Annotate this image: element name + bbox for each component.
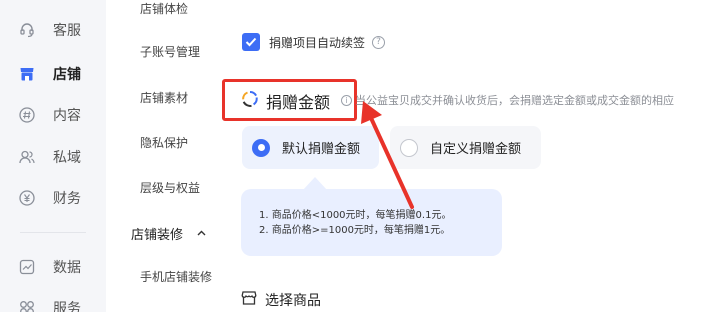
subnav-group-shop-decoration[interactable]: 店铺装修 bbox=[131, 224, 206, 243]
subnav-item-shop-checkup[interactable]: 店铺体检 bbox=[140, 0, 188, 17]
auto-sign-row: 捐赠项目自动续签 ? bbox=[242, 33, 386, 51]
option-custom-amount[interactable]: 自定义捐赠金额 bbox=[390, 126, 541, 169]
radio-unselected[interactable] bbox=[400, 138, 418, 157]
donation-amount-header: 捐赠金额 bbox=[241, 89, 330, 113]
users-icon bbox=[18, 148, 36, 166]
subnav-item-shop-materials[interactable]: 店铺素材 bbox=[140, 89, 188, 106]
subnav-group-label: 店铺装修 bbox=[131, 228, 184, 243]
hash-icon bbox=[18, 106, 36, 124]
select-goods-title: 选择商品 bbox=[265, 293, 321, 309]
check-icon bbox=[245, 37, 257, 47]
help-icon[interactable]: ? bbox=[372, 35, 386, 49]
tip-line: 1. 商品价格<1000元时，每笔捐赠0.1元。 bbox=[259, 210, 452, 221]
rail-item-label: 服务 bbox=[53, 301, 81, 312]
rail-item-label: 内容 bbox=[53, 108, 81, 124]
donation-note-text: 当公益宝贝成交并确认收货后，会捐赠选定金额或成交金额的相应 bbox=[355, 94, 674, 107]
rail-item-label: 客服 bbox=[53, 23, 81, 39]
auto-sign-label: 捐赠项目自动续签 bbox=[269, 35, 366, 50]
subnav-item-privacy[interactable]: 隐私保护 bbox=[140, 134, 188, 151]
rail-item-finance[interactable]: 财务 bbox=[18, 185, 81, 211]
headset-icon bbox=[18, 21, 36, 39]
donation-note: i 当公益宝贝成交并确认收货后，会捐赠选定金额或成交金额的相应 bbox=[341, 92, 674, 108]
option-label: 自定义捐赠金额 bbox=[430, 142, 522, 157]
yen-icon bbox=[18, 189, 36, 207]
select-goods-header: 选择商品 bbox=[241, 290, 321, 310]
rail-item-private-domain[interactable]: 私域 bbox=[18, 144, 81, 170]
option-default-amount[interactable]: 默认捐赠金额 bbox=[242, 126, 379, 169]
sub-navigation: 店铺体检 子账号管理 店铺素材 隐私保护 层级与权益 店铺装修 手机店铺装修 bbox=[106, 0, 230, 312]
left-rail: 客服 店铺 内容 私域 财务 数据 服务 bbox=[0, 0, 106, 312]
option-label: 默认捐赠金额 bbox=[282, 142, 361, 157]
rail-item-content[interactable]: 内容 bbox=[18, 102, 81, 128]
rail-divider bbox=[20, 232, 86, 233]
radio-selected[interactable] bbox=[252, 138, 270, 157]
chevron-up-icon bbox=[197, 228, 206, 239]
loading-ring-icon bbox=[241, 90, 259, 112]
chart-icon bbox=[18, 258, 36, 276]
rail-item-label: 数据 bbox=[53, 260, 81, 276]
shop-icon bbox=[18, 65, 36, 83]
rail-item-label: 财务 bbox=[53, 191, 81, 207]
tip-line: 2. 商品价格>=1000元时，每笔捐赠1元。 bbox=[259, 225, 451, 236]
rail-item-label: 私域 bbox=[53, 150, 81, 166]
rail-item-customer-service[interactable]: 客服 bbox=[18, 17, 81, 43]
grid-icon bbox=[18, 299, 36, 312]
donation-rules-tip: 1. 商品价格<1000元时，每笔捐赠0.1元。 2. 商品价格>=1000元时… bbox=[241, 189, 502, 256]
auto-sign-checkbox[interactable] bbox=[242, 33, 260, 51]
info-icon: i bbox=[341, 94, 352, 106]
rail-item-label: 店铺 bbox=[53, 67, 81, 83]
subnav-item-sub-accounts[interactable]: 子账号管理 bbox=[140, 43, 200, 60]
store-icon bbox=[241, 290, 257, 310]
subnav-item-levels-benefits[interactable]: 层级与权益 bbox=[140, 179, 200, 196]
subnav-item-mobile-decoration[interactable]: 手机店铺装修 bbox=[140, 268, 212, 285]
rail-item-shop[interactable]: 店铺 bbox=[18, 61, 81, 87]
donation-amount-title: 捐赠金额 bbox=[266, 93, 331, 112]
rail-item-service[interactable]: 服务 bbox=[18, 295, 81, 312]
rail-item-data[interactable]: 数据 bbox=[18, 254, 81, 280]
